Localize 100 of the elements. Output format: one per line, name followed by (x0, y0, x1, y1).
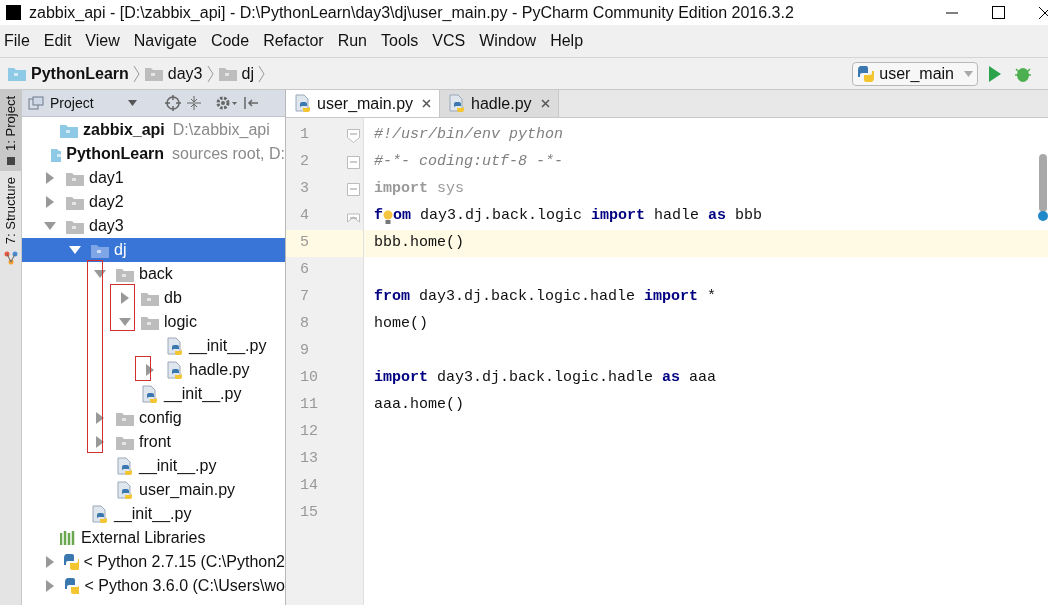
python-file-icon (294, 94, 312, 113)
tool-window-tab[interactable]: 7: Structure (0, 170, 21, 272)
chevron-icon (257, 64, 266, 83)
caret-icon (964, 70, 973, 77)
item-label: __init__.py (189, 336, 267, 357)
tree-item[interactable]: day3 (22, 214, 285, 238)
folder-icon (66, 170, 84, 186)
menu-item[interactable]: Navigate (132, 29, 198, 53)
code-line: bbb.home() (374, 233, 464, 254)
item-label: front (139, 432, 171, 452)
menu-item[interactable]: Code (209, 29, 251, 53)
run-icon[interactable] (988, 64, 1002, 83)
menu-item[interactable]: Tools (380, 29, 420, 53)
maximize-icon[interactable] (992, 6, 1005, 19)
tree-item[interactable]: External Libraries (22, 526, 285, 550)
folder-icon (66, 194, 84, 210)
folder-icon (116, 434, 134, 450)
python-icon (857, 64, 876, 83)
menu-item[interactable]: Edit (42, 29, 73, 53)
close-icon[interactable] (1038, 5, 1048, 20)
collapse-all-icon[interactable] (187, 95, 201, 111)
breadcrumb[interactable]: PythonLearn (8, 61, 129, 86)
tree-item[interactable]: __init__.py (22, 334, 285, 358)
code-line: #-*- coding:utf-8 -*- (374, 152, 564, 173)
tree-item[interactable]: db (22, 286, 285, 310)
item-label: db (164, 288, 182, 308)
code-line: import day3.dj.back.logic.hadle as aaa (374, 368, 717, 389)
item-label: back (139, 264, 173, 284)
python-file-icon (116, 480, 134, 500)
run-configuration-dropdown[interactable]: user_main (852, 61, 978, 86)
tree-item[interactable]: dj (22, 238, 285, 262)
tree-item[interactable]: __init__.py (22, 454, 285, 478)
folder-icon (91, 242, 109, 258)
tree-item[interactable]: PythonLearn sources root, D: (22, 142, 285, 166)
inspection-icon (1038, 154, 1048, 224)
item-label: < Python 3.6.0 (C:\Users\wo (84, 576, 285, 596)
structure-icon (3, 250, 18, 266)
menu-item[interactable]: Refactor (262, 29, 325, 53)
python-file-icon (141, 384, 159, 404)
menu-item[interactable]: Window (478, 29, 538, 53)
folder-icon (50, 146, 62, 162)
locate-icon[interactable] (165, 95, 181, 111)
annotation-frame (110, 284, 135, 331)
item-label: logic (164, 312, 197, 332)
tree-item[interactable]: back (22, 262, 285, 286)
breadcrumb[interactable]: day3 (144, 61, 203, 86)
item-note: D:\zabbix_api (172, 120, 270, 140)
item-note: sources root, D: (172, 144, 285, 164)
panel-title: Project (50, 93, 95, 113)
menu-item[interactable]: Help (549, 29, 585, 53)
folder-icon (66, 218, 84, 234)
item-label: day1 (89, 168, 124, 188)
line-number: 11 (300, 395, 318, 416)
line-number: 13 (300, 449, 318, 470)
code-line: home() (374, 314, 428, 335)
line-number: 12 (300, 422, 318, 443)
line-number: 5 (300, 233, 309, 254)
tree-item[interactable]: user_main.py (22, 478, 285, 502)
fold-icon (347, 155, 360, 170)
editor-tab[interactable]: hadle.py (440, 90, 559, 117)
editor-tab[interactable]: user_main.py (286, 90, 441, 117)
tool-window-tab[interactable]: 1: Project (0, 90, 21, 171)
item-label: day2 (89, 192, 124, 212)
item-label: hadle.py (189, 360, 250, 380)
breadcrumb[interactable]: dj (218, 61, 254, 86)
tree-item[interactable]: __init__.py (22, 502, 285, 526)
line-number: 6 (300, 260, 309, 281)
folder-icon (60, 122, 78, 138)
item-label: PythonLearn (66, 144, 165, 164)
item-label: __init__.py (139, 456, 217, 477)
tree-item[interactable]: < Python 3.6.0 (C:\Users\wo (22, 574, 285, 598)
folder-icon (116, 266, 134, 282)
tree-item[interactable]: < Python 2.7.15 (C:\Python2 (22, 550, 285, 574)
menu-item[interactable]: File (3, 29, 31, 53)
folder-icon (144, 66, 163, 81)
tree-item[interactable]: day2 (22, 190, 285, 214)
tree-item[interactable]: logic (22, 310, 285, 334)
tree-item[interactable]: zabbix_api D:\zabbix_api (22, 118, 285, 142)
tree-item[interactable]: day1 (22, 166, 285, 190)
caret-icon[interactable] (128, 100, 137, 106)
line-number: 7 (300, 287, 309, 308)
line-number: 3 (300, 179, 309, 200)
menu-item[interactable]: VCS (431, 29, 467, 53)
menu-item[interactable]: View (84, 29, 121, 53)
tree-item[interactable]: hadle.py (22, 358, 285, 382)
folder-icon (116, 410, 134, 426)
settings-icon[interactable] (215, 95, 237, 111)
code-line: f om day3.dj.back.logic import hadle as bbb (374, 206, 763, 227)
library-icon (60, 530, 76, 546)
annotation-frame (135, 356, 151, 381)
tree-item[interactable]: __init__.py (22, 382, 285, 406)
menu-item[interactable]: Run (336, 29, 368, 53)
tree-item[interactable]: config (22, 406, 285, 430)
folder-icon (141, 290, 159, 306)
item-label: External Libraries (81, 528, 206, 548)
chevron-icon (132, 64, 141, 83)
tree-item[interactable]: front (22, 430, 285, 454)
item-label: __init__.py (164, 384, 242, 405)
item-label: config (139, 408, 182, 428)
hide-panel-icon[interactable] (243, 96, 259, 110)
